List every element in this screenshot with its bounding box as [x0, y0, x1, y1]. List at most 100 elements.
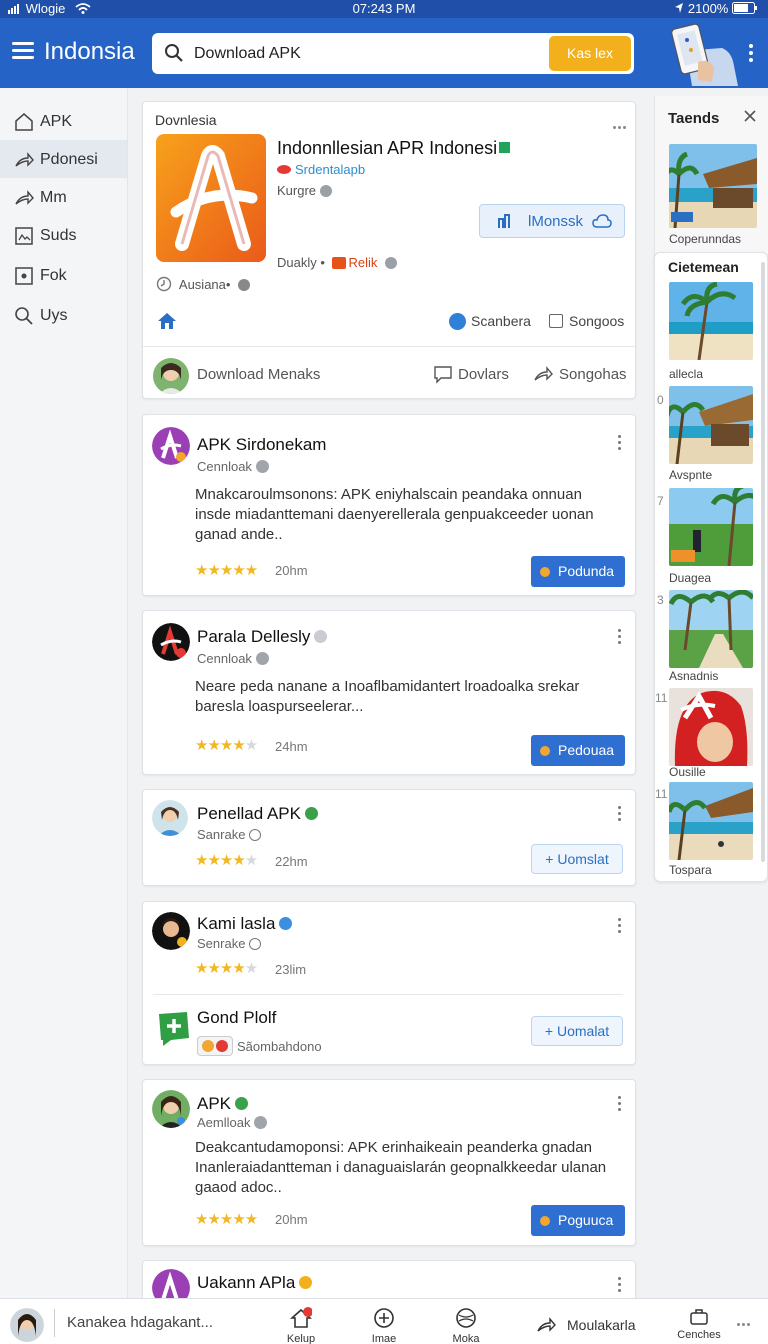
avatar[interactable]: [152, 623, 190, 661]
clock-icon: [249, 829, 262, 841]
monssk-button[interactable]: lMonssk: [479, 204, 625, 238]
sidebar-item-label: Fok: [40, 267, 67, 284]
avatar[interactable]: [152, 800, 188, 836]
post-time: 20hm: [275, 1212, 308, 1227]
side-thumbnail[interactable]: [669, 386, 753, 464]
compose-input[interactable]: Kanakea hdagakant...: [54, 1309, 254, 1337]
dovlars-action[interactable]: Dovlars: [458, 366, 509, 383]
trend-caption: Coperunndas: [669, 232, 742, 246]
bottom-nav-moka[interactable]: Moka: [441, 1307, 491, 1344]
section-title: Cietemean: [668, 259, 739, 275]
moulakarla-action[interactable]: Moulakarla: [567, 1317, 635, 1333]
apk-logo-icon: [152, 623, 190, 661]
avatar[interactable]: [10, 1308, 44, 1342]
author-line: Ausiana•: [156, 276, 251, 292]
heart-icon: [540, 746, 550, 756]
post-subtitle: Cennloak: [197, 459, 269, 474]
side-thumbnail[interactable]: [669, 688, 753, 766]
developer-name[interactable]: Srdentalapb: [277, 162, 365, 177]
sidebar-item-pdonesi[interactable]: Pdonesi: [0, 140, 127, 178]
sidebar-item-uys[interactable]: Uys: [0, 296, 127, 334]
status-time: 07:243 PM: [352, 1, 416, 16]
bottom-nav-imae[interactable]: Imae: [359, 1307, 409, 1344]
post-card: Penellad APK Sanrake ★★★★★ 22hm + Uomsla…: [142, 789, 636, 886]
post-title[interactable]: Kami lasla: [197, 914, 293, 934]
more-options-icon[interactable]: [748, 44, 754, 64]
post-more-icon[interactable]: [617, 918, 623, 934]
featured-app-card: Dovnlesia Indonnllesian APR Indonesi Srd…: [142, 101, 637, 399]
bookmark-square-icon: [15, 267, 33, 285]
trend-thumbnail[interactable]: [669, 144, 757, 228]
comment-icon: [434, 366, 452, 384]
side-thumbnail[interactable]: [669, 590, 753, 668]
post-title[interactable]: Penellad APK: [197, 804, 318, 824]
post-subtitle: Sãombahdono: [197, 1036, 322, 1056]
songoos-checkbox[interactable]: Songoos: [549, 313, 624, 329]
add-circle-icon: [374, 1308, 394, 1328]
pedouaa-button[interactable]: Pedouaa: [531, 735, 625, 766]
rating-stars: ★★★★★: [195, 737, 258, 754]
bottom-nav-kelup[interactable]: Kelup: [276, 1307, 326, 1344]
sidebar: APK Pdonesi Mm Suds Fok Uys: [0, 88, 128, 1300]
info-icon: [255, 652, 269, 665]
avatar[interactable]: [153, 358, 189, 394]
download-menaks-link[interactable]: Download Menaks: [197, 366, 320, 383]
post-title[interactable]: APK Sirdonekam: [197, 435, 326, 455]
post-more-icon[interactable]: [617, 629, 623, 645]
post-title[interactable]: Uakann APla: [197, 1273, 313, 1293]
sidebar-item-suds[interactable]: Suds: [0, 216, 127, 254]
play-badge-icon: [331, 257, 346, 269]
app-category: Kurgre: [277, 183, 333, 198]
post-more-icon[interactable]: [617, 1277, 623, 1293]
app-title: Indonsia: [44, 38, 135, 65]
sidebar-item-apk[interactable]: APK: [0, 102, 127, 140]
avatar[interactable]: [152, 427, 190, 465]
poguuca-button[interactable]: Poguuca: [531, 1205, 625, 1236]
post-title[interactable]: APK: [197, 1094, 249, 1114]
hamburger-menu-icon[interactable]: [12, 42, 34, 60]
post-body: Neare peda nanane a Inoaflbamidantert lr…: [195, 678, 580, 715]
search-input[interactable]: [194, 39, 574, 68]
heart-icon: [540, 567, 550, 577]
app-chip-icon: [197, 1036, 233, 1056]
uomslat-button[interactable]: + Uomslat: [531, 844, 623, 874]
verified-badge-icon: [499, 142, 511, 153]
uomalat-button[interactable]: + Uomalat: [531, 1016, 623, 1046]
sidebar-item-label: Suds: [40, 227, 77, 244]
more-options-icon[interactable]: [737, 1313, 753, 1326]
podunda-button[interactable]: Podunda: [531, 556, 625, 587]
sidebar-item-mm[interactable]: Mm: [0, 178, 127, 216]
sidebar-item-fok[interactable]: Fok: [0, 256, 127, 294]
post-more-icon[interactable]: [617, 435, 623, 451]
post-title[interactable]: Parala Dellesly: [197, 627, 328, 647]
card-more-icon[interactable]: [613, 116, 629, 129]
side-thumbnail[interactable]: [669, 782, 753, 860]
post-card: APK Sirdonekam Cennloak Mnakcaroulmsonon…: [142, 414, 636, 596]
avatar[interactable]: [152, 912, 190, 950]
side-caption: Ousille: [669, 765, 706, 779]
post-title[interactable]: Gond Plolf: [197, 1008, 276, 1028]
search-icon: [165, 44, 183, 62]
app-bar: Indonsia Kas lex: [0, 18, 768, 88]
person-avatar-icon: [10, 1308, 44, 1342]
scanbera-checkbox[interactable]: Scanbera: [449, 313, 531, 330]
post-time: 23lim: [275, 962, 307, 977]
phone-hand-illustration: [671, 23, 738, 86]
close-icon[interactable]: [742, 108, 758, 124]
avatar[interactable]: [152, 1090, 190, 1128]
info-icon: [385, 257, 398, 269]
songohas-action[interactable]: Songohas: [559, 366, 627, 383]
bottom-nav-cenches[interactable]: Cenches: [674, 1307, 724, 1341]
post-more-icon[interactable]: [617, 806, 623, 822]
briefcase-icon: [690, 1309, 708, 1325]
scrollbar[interactable]: [761, 262, 765, 862]
add-flag-icon: [159, 1012, 189, 1046]
side-thumbnail[interactable]: [669, 282, 753, 360]
search-button[interactable]: Kas lex: [549, 36, 631, 71]
battery-percent: 2100%: [687, 1, 729, 16]
side-caption: allecla: [669, 367, 704, 381]
verified-icon: [279, 917, 293, 930]
home-icon[interactable]: [156, 310, 178, 332]
side-thumbnail[interactable]: [669, 488, 753, 566]
post-more-icon[interactable]: [617, 1096, 623, 1112]
